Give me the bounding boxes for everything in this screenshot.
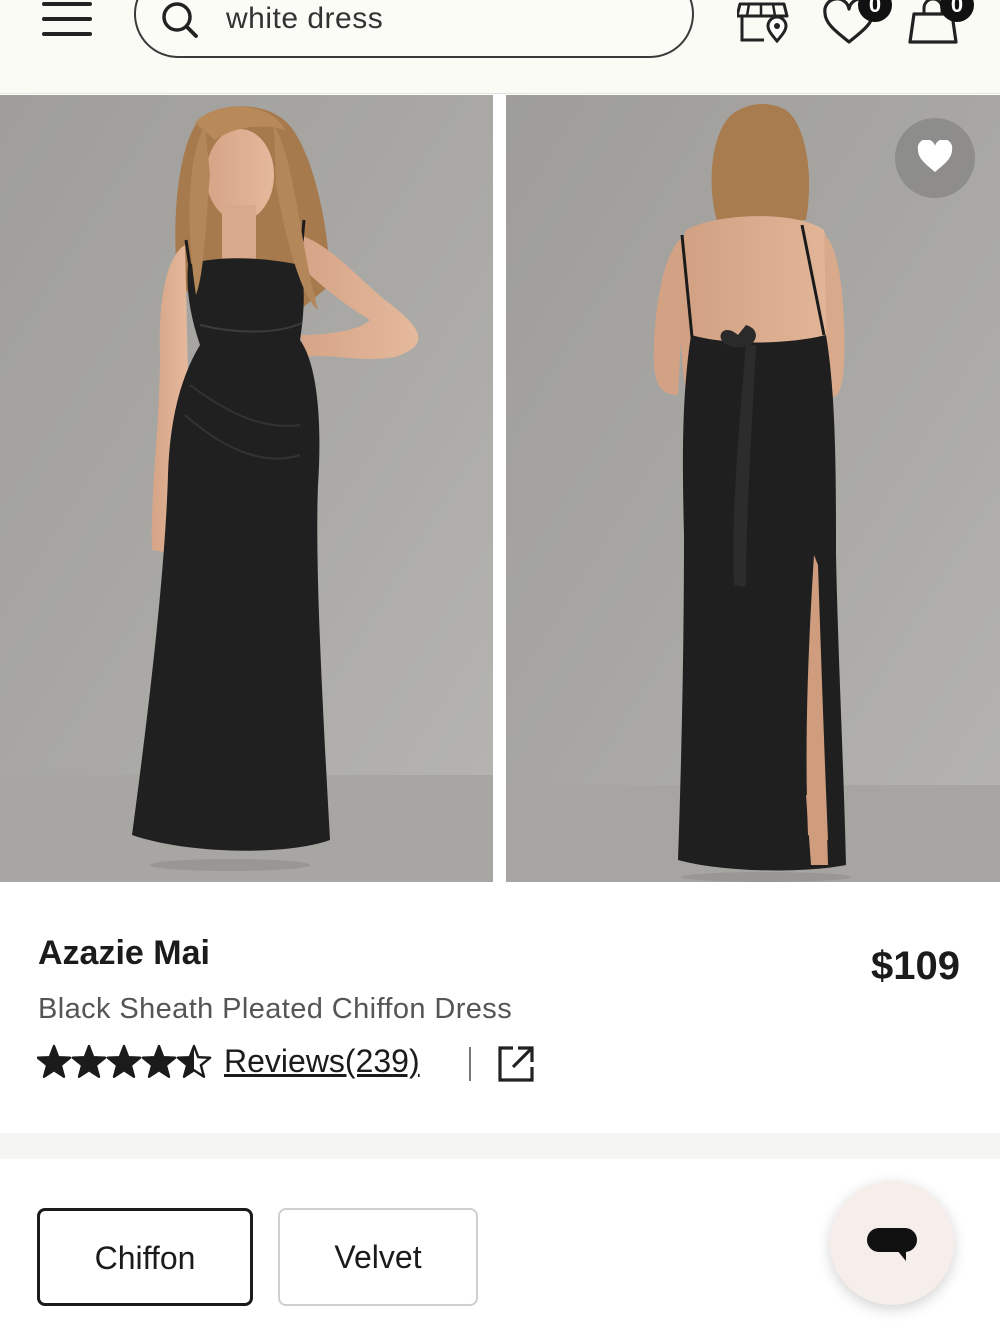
rating-stars (37, 1044, 212, 1078)
external-link-icon[interactable] (496, 1044, 536, 1084)
product-image-front[interactable] (0, 95, 493, 882)
chat-bubble-icon (867, 1228, 917, 1261)
rating-star (37, 1044, 72, 1078)
chat-button[interactable] (830, 1181, 954, 1305)
fabric-option-velvet[interactable]: Velvet (278, 1208, 478, 1306)
cart-button[interactable]: 0 (906, 0, 976, 46)
search-input[interactable] (226, 0, 666, 38)
product-price: $109 (871, 944, 960, 988)
search-bar[interactable] (134, 0, 694, 58)
reviews-link[interactable]: Reviews(239) (224, 1043, 420, 1080)
product-brand[interactable]: Azazie Mai (38, 934, 210, 973)
favorite-button[interactable] (895, 118, 975, 198)
rating-star (176, 1044, 212, 1078)
wishlist-button[interactable]: 0 (822, 0, 892, 46)
product-image-back[interactable] (506, 95, 1000, 882)
top-bar: 0 0 (0, 0, 1000, 94)
rating-star (71, 1044, 107, 1078)
section-separator (0, 1133, 1000, 1159)
rating-star (141, 1044, 177, 1078)
store-locator-icon[interactable] (737, 0, 791, 44)
rating-star (106, 1044, 142, 1078)
hamburger-menu-icon[interactable] (42, 0, 94, 40)
divider (469, 1047, 471, 1081)
heart-icon (917, 140, 953, 172)
fabric-option-chiffon[interactable]: Chiffon (37, 1208, 253, 1306)
search-icon[interactable] (160, 0, 200, 40)
product-name: Black Sheath Pleated Chiffon Dress (38, 993, 513, 1025)
